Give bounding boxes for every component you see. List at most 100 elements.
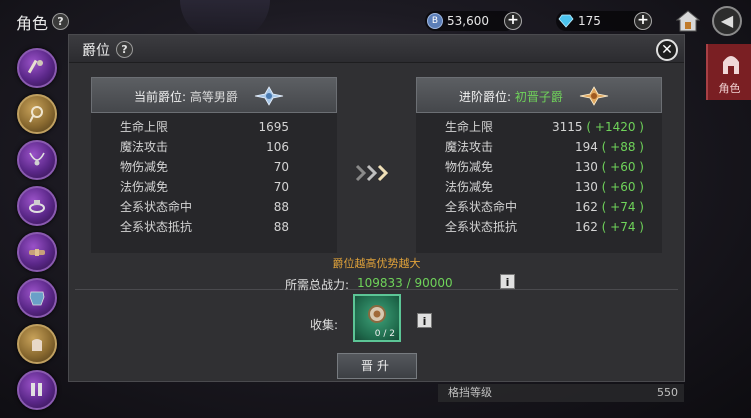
rank-hint-text: 爵位越高优势越大: [332, 257, 421, 270]
stat-row: 生命上限 3115 ( +1420 ): [416, 117, 662, 137]
nobility-panel: 爵位 ? ✕ 当前爵位: 高等男爵 生命上限 1695 魔法攻击 106 物伤减免 70 法…: [68, 34, 685, 382]
stat-value: 70: [274, 157, 289, 177]
collect-item-slot[interactable]: 0 / 2: [353, 294, 401, 342]
stat-row: 生命上限 1695: [91, 117, 337, 137]
power-info-button[interactable]: i: [500, 274, 515, 289]
stat-number: 130: [574, 180, 598, 194]
gem-amount: 175: [578, 14, 601, 28]
stat-name: 魔法攻击: [445, 140, 494, 154]
stat-name: 法伤减免: [445, 180, 494, 194]
stat-increase: ( +74 ): [601, 220, 644, 234]
stat-number: 194: [574, 140, 598, 154]
stat-increase: ( +60 ): [601, 180, 644, 194]
stat-row: 魔法攻击 106: [91, 137, 337, 157]
stat-increase: ( +60 ): [601, 160, 644, 174]
stat-row: 全系状态抵抗 88: [91, 217, 337, 237]
stat-value: 88: [274, 217, 289, 237]
next-rank-box: 进阶爵位: 初晋子爵 生命上限 3115 ( +1420 ) 魔法攻击 194 ( +…: [416, 77, 662, 253]
gloves-icon: [32, 339, 42, 351]
stat-row: 全系状态抵抗 162 ( +74 ): [416, 217, 662, 237]
stat-row: 魔法攻击 194 ( +88 ): [416, 137, 662, 157]
stat-value: 1695: [258, 117, 289, 137]
equip-slot-belt[interactable]: [17, 232, 57, 272]
ring-icon: [29, 200, 45, 213]
stat-value: 162 ( +74 ): [575, 217, 644, 237]
boots-icon: [31, 383, 42, 396]
panel-header: 爵位 ? ✕: [69, 35, 684, 63]
coin-icon: B: [427, 13, 443, 29]
stat-number: 3115: [552, 120, 583, 134]
current-rank-title: 当前爵位: 高等男爵: [134, 88, 238, 105]
stat-name: 全系状态命中: [120, 200, 193, 214]
screen-title: 角色: [16, 14, 49, 33]
diamond-icon: [558, 14, 574, 28]
stat-row: 物伤减免 70: [91, 157, 337, 177]
stat-value: 130 ( +60 ): [575, 157, 644, 177]
stat-value: 162 ( +74 ): [575, 197, 644, 217]
armor-icon: [29, 291, 45, 306]
amulet-icon: [29, 106, 43, 123]
equip-slot-amulet[interactable]: [17, 94, 57, 134]
stat-increase: ( +74 ): [601, 200, 644, 214]
baron-emblem-icon: [254, 86, 284, 106]
stat-row: 法伤减免 130 ( +60 ): [416, 177, 662, 197]
stat-value: 70: [274, 177, 289, 197]
current-rank-box: 当前爵位: 高等男爵 生命上限 1695 魔法攻击 106 物伤减免 70 法伤减免 70 全系…: [91, 77, 337, 253]
gold-currency: B 53,600: [425, 11, 515, 31]
equip-slot-ring[interactable]: [17, 186, 57, 226]
stat-number: 70: [273, 180, 289, 194]
equip-slot-boots[interactable]: [17, 370, 57, 410]
stat-row: 全系状态命中 162 ( +74 ): [416, 197, 662, 217]
stat-number: 130: [574, 160, 598, 174]
stat-number: 88: [273, 200, 289, 214]
close-button[interactable]: ✕: [656, 39, 678, 61]
next-rank-name: 初晋子爵: [514, 90, 563, 104]
collect-info-button[interactable]: i: [417, 313, 432, 328]
panel-help-icon[interactable]: ?: [116, 41, 133, 58]
stat-number: 88: [273, 220, 289, 234]
stat-number: 1695: [258, 120, 289, 134]
stat-row: 法伤减免 70: [91, 177, 337, 197]
stat-value: 106: [266, 137, 289, 157]
stat-value: 88: [274, 197, 289, 217]
stat-name: 生命上限: [120, 120, 169, 134]
help-icon[interactable]: ?: [52, 13, 69, 30]
stat-name: 全系状态抵抗: [445, 220, 518, 234]
stat-number: 106: [266, 140, 289, 154]
add-gold-button[interactable]: +: [504, 12, 522, 30]
current-rank-header: 当前爵位: 高等男爵: [91, 77, 337, 113]
stat-name: 魔法攻击: [120, 140, 169, 154]
stat-number: 70: [273, 160, 289, 174]
required-power-label: 所需总战力:: [285, 278, 350, 292]
current-rank-name: 高等男爵: [189, 90, 238, 104]
stat-value: 194 ( +88 ): [575, 137, 644, 157]
stat-name: 物伤减免: [120, 160, 169, 174]
stat-value: 3115 ( +1420 ): [552, 117, 644, 137]
back-button[interactable]: ◀: [712, 6, 742, 36]
stat-name: 物伤减免: [445, 160, 494, 174]
helmet-icon: [723, 56, 739, 74]
gold-amount: 53,600: [447, 14, 489, 28]
stat-name: 生命上限: [445, 120, 494, 134]
home-icon[interactable]: [676, 9, 700, 33]
stat-increase: ( +1420 ): [586, 120, 644, 134]
medal-icon: [368, 305, 386, 323]
collect-count: 0 / 2: [374, 329, 395, 339]
stat-row: 物伤减免 130 ( +60 ): [416, 157, 662, 177]
current-rank-label: 当前爵位:: [134, 90, 187, 104]
stat-name: 全系状态命中: [445, 200, 518, 214]
add-gem-button[interactable]: +: [634, 12, 652, 30]
promote-button[interactable]: 晋升: [337, 353, 417, 379]
required-power-value: 109833 / 90000: [357, 276, 453, 290]
equip-slot-necklace[interactable]: [17, 140, 57, 180]
tab-character[interactable]: 角色: [706, 44, 751, 100]
equip-slot-gloves[interactable]: [17, 324, 57, 364]
stat-number: 162: [574, 200, 598, 214]
equip-slot-weapon[interactable]: [17, 48, 57, 88]
belt-icon: [29, 249, 45, 256]
stat-name: 法伤减免: [120, 180, 169, 194]
stat-increase: ( +88 ): [601, 140, 644, 154]
background-stat-row: 格挡等级 550: [438, 384, 684, 402]
staff-icon: [28, 59, 43, 74]
equip-slot-armor[interactable]: [17, 278, 57, 318]
